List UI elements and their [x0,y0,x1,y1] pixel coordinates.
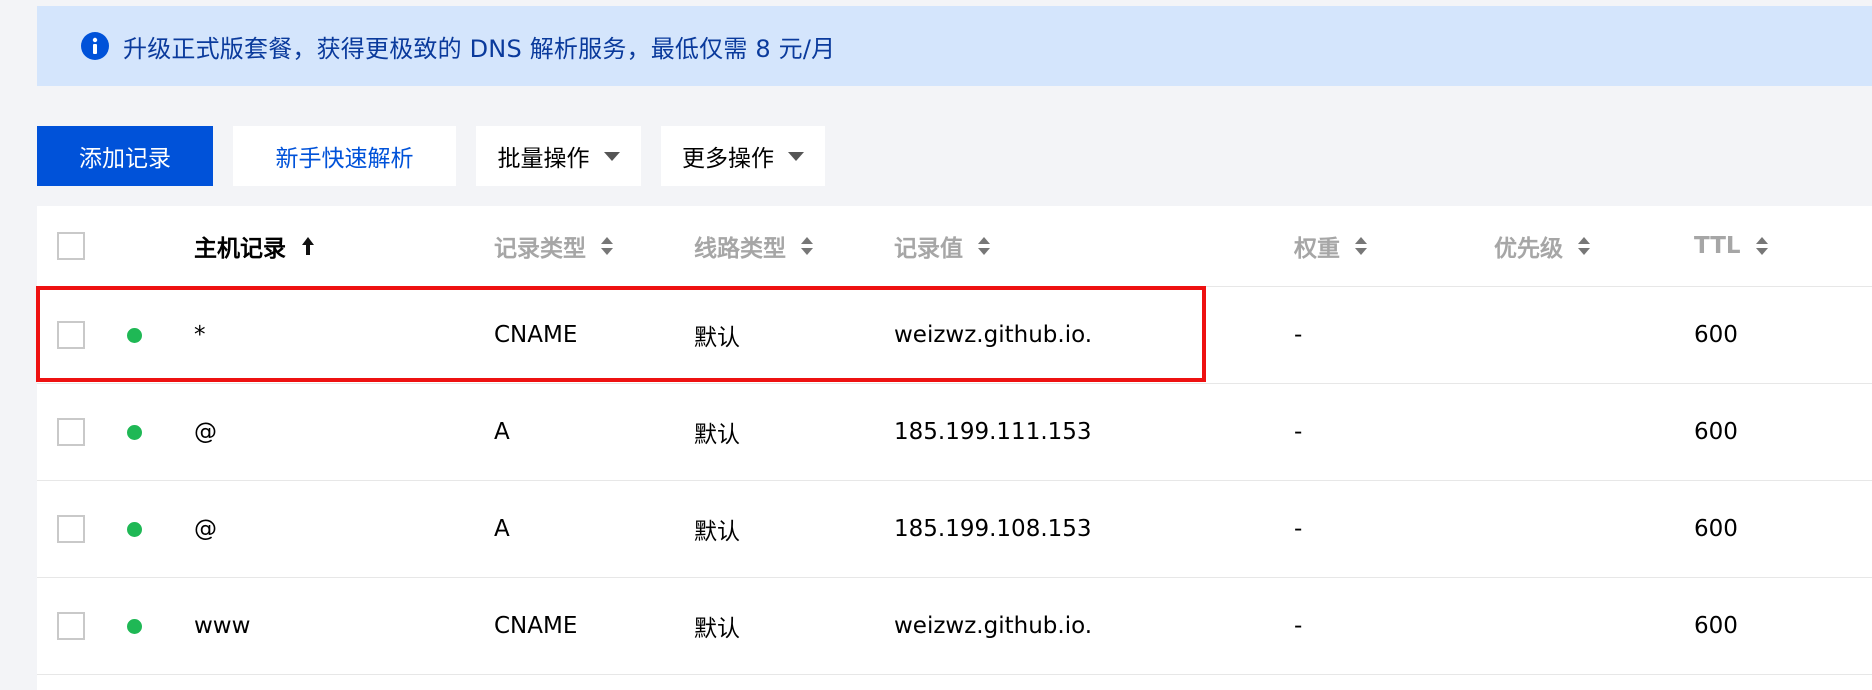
host-cell: * [194,322,206,348]
value-cell: weizwz.github.io. [894,322,1093,348]
ttl-cell: 600 [1694,516,1738,542]
row-select-cell [57,578,85,674]
add-record-button[interactable]: 添加记录 [37,126,213,186]
type-cell: A [494,419,510,445]
column-header-label: 主机记录 [194,236,286,262]
sort-icon[interactable] [1577,235,1591,257]
type-cell: A [494,516,510,542]
table-row[interactable]: www CNAME 默认 weizwz.github.io. - 600 [37,578,1872,675]
bulk-ops-label: 批量操作 [497,146,590,172]
status-enabled-dot [127,521,142,537]
row-checkbox[interactable] [57,321,85,349]
table-row[interactable]: @ A 默认 185.199.111.153 - 600 [37,384,1872,481]
host-cell: www [194,613,251,639]
sort-icon[interactable] [1354,235,1368,257]
line-cell: 默认 [694,519,740,545]
sort-icon[interactable] [800,235,814,257]
table-header-row: 主机记录 记录类型 线路类型 记录值 权重 优先级 TTL [37,206,1872,287]
host-cell: @ [194,516,217,542]
column-header-line[interactable]: 线路类型 [694,206,814,286]
ttl-cell: 600 [1694,322,1738,348]
column-header-label: 优先级 [1494,236,1563,262]
sort-icon[interactable] [1755,235,1769,257]
table-row[interactable]: @ A 默认 185.199.108.153 - 600 [37,481,1872,578]
select-all-checkbox[interactable] [57,232,85,260]
column-header-label: TTL [1694,233,1741,259]
weight-cell: - [1294,613,1303,639]
caret-down-icon [788,151,804,161]
column-header-label: 记录值 [894,236,963,262]
weight-cell: - [1294,516,1303,542]
column-header-value[interactable]: 记录值 [894,206,991,286]
column-header-host[interactable]: 主机记录 [194,206,316,286]
line-cell: 默认 [694,616,740,642]
status-enabled-dot [127,424,142,440]
caret-down-icon [603,151,620,161]
value-cell: weizwz.github.io. [894,613,1093,639]
value-cell: 185.199.108.153 [894,516,1092,542]
row-checkbox[interactable] [57,515,85,543]
weight-cell: - [1294,419,1303,445]
column-header-type[interactable]: 记录类型 [494,206,614,286]
column-header-label: 线路类型 [694,236,786,262]
dns-records-table: 主机记录 记录类型 线路类型 记录值 权重 优先级 TTL * CNAME 默认… [37,206,1872,690]
row-checkbox[interactable] [57,418,85,446]
status-cell [127,481,142,577]
type-cell: CNAME [494,322,578,348]
row-checkbox[interactable] [57,612,85,640]
banner-text: 升级正式版套餐，获得更极致的 DNS 解析服务，最低仅需 8 元/月 [123,34,836,63]
ttl-cell: 600 [1694,613,1738,639]
table-row[interactable]: * CNAME 默认 weizwz.github.io. - 600 [37,287,1872,384]
line-cell: 默认 [694,422,740,448]
upgrade-banner: 升级正式版套餐，获得更极致的 DNS 解析服务，最低仅需 8 元/月 [37,6,1872,86]
quick-setup-button[interactable]: 新手快速解析 [233,126,456,186]
bulk-ops-dropdown[interactable]: 批量操作 [476,126,641,186]
column-header-priority[interactable]: 优先级 [1494,206,1591,286]
ttl-cell: 600 [1694,419,1738,445]
more-ops-label: 更多操作 [682,146,774,172]
column-header-label: 权重 [1294,236,1340,262]
weight-cell: - [1294,322,1303,348]
status-enabled-dot [127,327,142,343]
status-cell [127,287,142,383]
row-select-cell [57,384,85,480]
sort-ascending-icon[interactable] [300,235,316,257]
info-icon [81,32,109,60]
host-cell: @ [194,419,217,445]
sort-icon[interactable] [977,235,991,257]
row-select-cell [57,481,85,577]
status-cell [127,578,142,674]
line-cell: 默认 [694,325,740,351]
type-cell: CNAME [494,613,578,639]
sort-icon[interactable] [600,235,614,257]
column-header-ttl[interactable]: TTL [1694,206,1769,286]
select-all-cell [57,206,85,286]
toolbar: 添加记录 新手快速解析 批量操作 更多操作 [37,126,825,186]
column-header-weight[interactable]: 权重 [1294,206,1368,286]
column-header-label: 记录类型 [494,236,586,262]
row-select-cell [57,287,85,383]
status-enabled-dot [127,618,142,634]
value-cell: 185.199.111.153 [894,419,1092,445]
status-cell [127,384,142,480]
more-ops-dropdown[interactable]: 更多操作 [661,126,825,186]
